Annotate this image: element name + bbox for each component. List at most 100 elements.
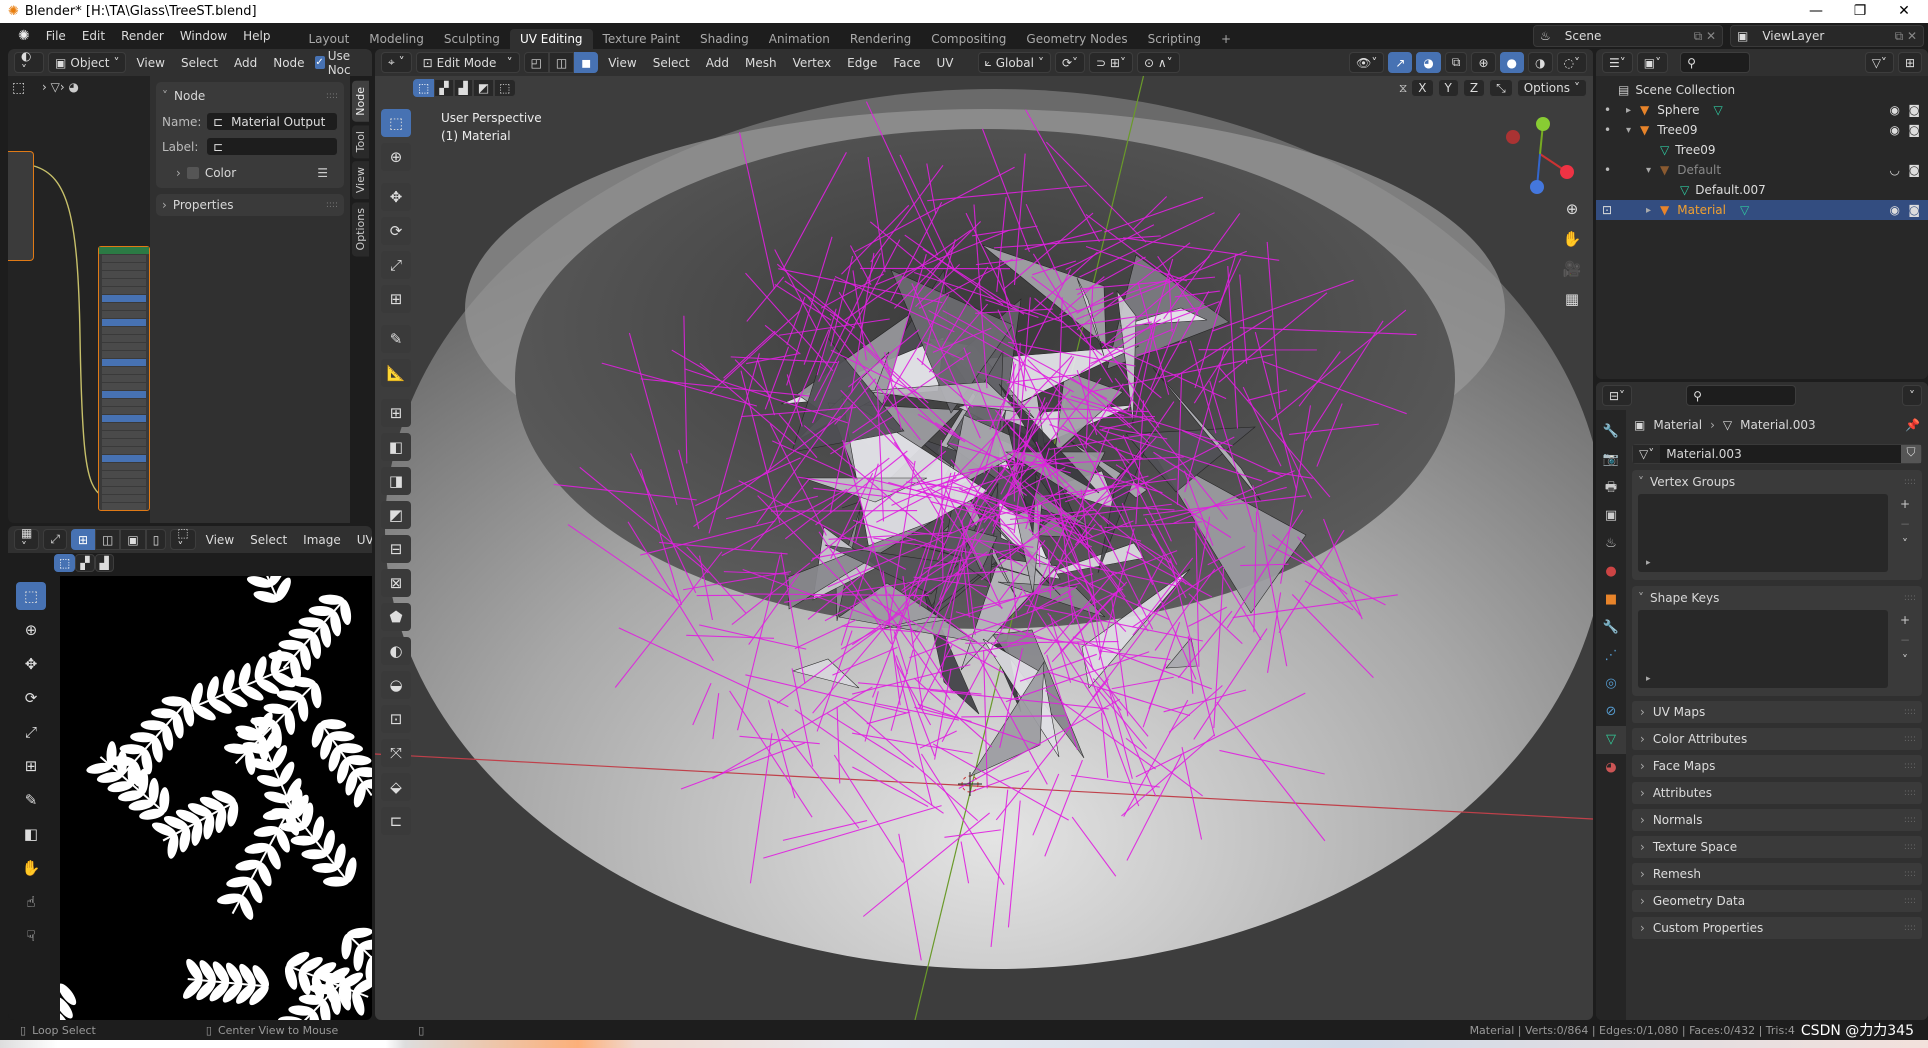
rip-icon[interactable]: ⊏ [381,807,411,835]
cursor-icon[interactable]: ⊕ [16,616,46,644]
menu-edge[interactable]: Edge [841,56,883,70]
shrink-fatten-icon[interactable]: ⤧ [381,739,411,767]
grab-icon[interactable]: ✋ [16,854,46,882]
sidebar-tab-view[interactable]: View [352,161,369,200]
node-socket-row[interactable] [102,407,146,414]
menu-help[interactable]: Help [235,29,278,43]
modifier-tab-icon[interactable]: 🔧 [1596,614,1626,642]
box-subtract-icon[interactable]: ▟ [453,79,473,97]
menu-mesh[interactable]: Mesh [739,56,783,70]
drag-handle-icon[interactable]: :::: [326,200,338,210]
mirror-z-toggle[interactable]: Z [1462,79,1486,97]
menu-render[interactable]: Render [113,29,172,43]
add-workspace-button[interactable]: + [1211,29,1241,49]
drag-handle-icon[interactable]: :::: [1904,707,1916,717]
gizmo-x-axis[interactable] [1560,165,1574,179]
camera-view-icon[interactable]: 🎥 [1560,254,1584,284]
add-item-icon[interactable]: + [1894,610,1916,630]
select-box-icon[interactable]: ⬚ [381,109,411,137]
editor-type-icon[interactable]: ▦ ˅ [14,526,40,554]
eye-icon[interactable]: ◉ [1890,103,1900,117]
box-new-icon[interactable]: ⬚ [54,554,76,572]
menu-add[interactable]: Add [228,56,263,70]
zoom-icon[interactable]: ⊕ [1560,194,1584,224]
list-expand-icon[interactable]: ▸ [1646,674,1651,684]
tab-animation[interactable]: Animation [759,29,840,49]
add-cube-icon[interactable]: ⊞ [381,399,411,427]
sticky-selection-icon[interactable]: ⬚ ˅ [170,526,196,554]
box-extend-icon[interactable]: ▞ [434,79,454,97]
menu-window[interactable]: Window [172,29,235,43]
pan-hand-icon[interactable]: ✋ [1560,224,1584,254]
principled-bsdf-node[interactable] [98,246,150,511]
pin-icon[interactable]: 📌 [1905,418,1920,432]
navigation-gizmo[interactable] [1495,109,1585,199]
tool-tab-icon[interactable]: 🔧 [1596,418,1626,446]
drag-handle-icon[interactable]: :::: [1904,477,1916,487]
tab-scripting[interactable]: Scripting [1138,29,1211,49]
gizmo-toggle-icon[interactable]: ↗ [1388,52,1413,73]
camera-render-icon[interactable]: ◙ [1908,123,1920,137]
panel-header[interactable]: ˅ Shape Keys:::: [1632,586,1922,610]
eye-icon[interactable]: ◉ [1890,123,1900,137]
sidebar-tab-node[interactable]: Node [352,81,369,122]
box-invert-icon[interactable]: ◩ [472,79,495,97]
pivot-icon[interactable]: ⟳˅ [1054,52,1086,73]
transform-icon[interactable]: ⊞ [381,285,411,313]
snap-icon[interactable]: ⊃ ⊞˅ [1089,52,1133,73]
vertex-select-icon[interactable]: ◰ [523,52,549,73]
outliner-item[interactable]: ▽ Tree09 [1596,140,1928,160]
menu-uv[interactable]: UV [351,533,372,547]
ortho-grid-icon[interactable]: ▦ [1560,284,1584,314]
edge-select-icon[interactable]: ◫ [95,529,121,550]
measure-icon[interactable]: 📐 [381,359,411,387]
node-socket-row[interactable] [102,383,146,390]
node-socket-row[interactable] [102,431,146,438]
panel-normals[interactable]: › Normals:::: [1632,809,1922,831]
sidebar-tab-options[interactable]: Options [352,202,369,257]
annotate-icon[interactable]: ✎ [16,786,46,814]
node-socket-row[interactable] [102,279,146,286]
panel-face-maps[interactable]: › Face Maps:::: [1632,755,1922,777]
menu-edit[interactable]: Edit [74,29,113,43]
panel-geometry-data[interactable]: › Geometry Data:::: [1632,890,1922,912]
overlay-toggle-icon[interactable]: ◕ [1416,52,1441,73]
view-layer-tab-icon[interactable]: ▣ [1596,502,1626,530]
menu-file[interactable]: File [38,29,74,43]
node-socket-row[interactable] [102,455,146,462]
menu-view[interactable]: View [602,56,642,70]
scene-collection-row[interactable]: ▤ Scene Collection [1596,80,1928,100]
world-tab-icon[interactable]: ● [1596,558,1626,586]
node-socket-row[interactable] [102,487,146,494]
node-socket-row[interactable] [102,335,146,342]
select-box-icon[interactable]: ⬚ [16,582,46,610]
outliner-search-input[interactable]: ⚲ [1680,52,1751,73]
proportional-edit-icon[interactable]: ⊙ ∧˅ [1136,52,1180,73]
node-socket-row[interactable] [102,471,146,478]
box-new-icon[interactable]: ⬚ [413,79,435,97]
node-socket-row[interactable] [102,495,146,502]
box-subtract-icon[interactable]: ▟ [94,554,114,572]
editor-type-icon[interactable]: ⌖ ˅ [381,52,412,73]
node-socket-row[interactable] [102,367,146,374]
node-socket-row[interactable] [102,351,146,358]
specials-menu-icon[interactable]: ˅ [1894,650,1916,670]
drag-handle-icon[interactable]: :::: [1904,923,1916,933]
mode-dropdown[interactable]: ⊡ Edit Mode ˅ [415,52,520,73]
visibility-dot-icon[interactable]: • [1604,123,1611,137]
list-box[interactable]: ▸ [1638,494,1888,572]
node-socket-row[interactable] [102,415,146,422]
menu-image[interactable]: Image [297,533,347,547]
outliner-item[interactable]: ▾ ▼ Tree09 ◉ ◙ • [1596,120,1928,140]
specials-menu-icon[interactable]: ˅ [1894,534,1916,554]
select-box-tool-icon[interactable]: ⬚ [12,80,34,102]
drag-handle-icon[interactable]: :::: [1904,593,1916,603]
node-nav-icons[interactable]: › ▽› ◕ [42,80,79,94]
node-socket-row[interactable] [102,447,146,454]
rip-region-icon[interactable]: ◧ [16,820,46,848]
drag-handle-icon[interactable]: :::: [1904,788,1916,798]
node-socket-row[interactable] [102,311,146,318]
options-dropdown-icon[interactable]: ˅ [1902,385,1922,406]
disclosure-open-icon[interactable]: ▾ [1626,125,1640,136]
close-button[interactable]: ✕ [1884,0,1924,23]
